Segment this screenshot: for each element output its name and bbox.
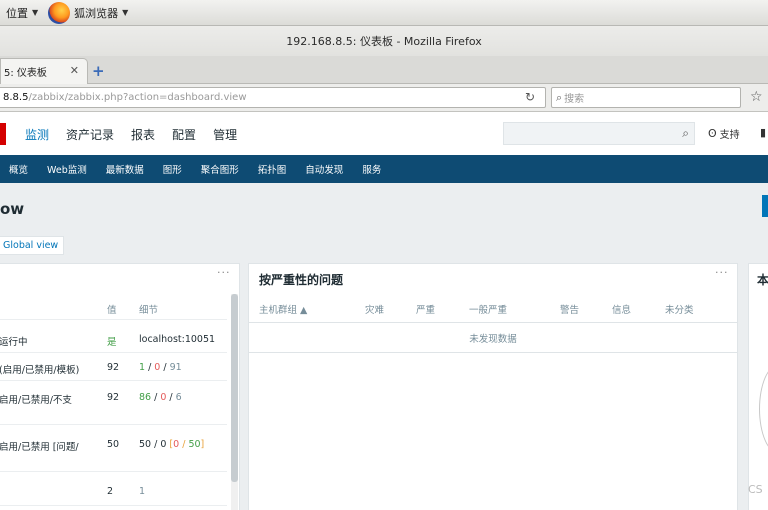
menu-monitoring[interactable]: 监测	[25, 126, 49, 143]
support-label: 支持	[719, 130, 740, 141]
caret-down-icon: ▼	[32, 8, 39, 17]
third-widget: 本	[748, 263, 768, 510]
row-divider	[0, 380, 227, 381]
zabbix-header: 监测 资产记录 报表 配置 管理 ⌕ ʘ 支持 ▮	[0, 112, 768, 155]
problems-by-severity-widget: 按严重性的问题 ··· 主机群组 ▲ 灾难 严重 一般严重 警告 信息 未分类 …	[248, 263, 738, 510]
menu-inventory[interactable]: 资产记录	[66, 126, 114, 143]
submenu-latest-data[interactable]: 最新数据	[106, 162, 144, 176]
support-icon: ʘ	[708, 127, 717, 140]
widget-title: 本	[757, 273, 768, 287]
search-icon[interactable]: ⌕	[682, 126, 689, 141]
column-header-not-classified: 未分类	[665, 305, 694, 316]
sysinfo-details: 86 / 0 / 6	[139, 392, 182, 403]
column-header-details: 细节	[139, 305, 159, 316]
submenu-web[interactable]: Web监测	[47, 162, 87, 176]
menu-reports[interactable]: 报表	[131, 126, 155, 143]
navigation-toolbar: 8.8.5 /zabbix/zabbix.php?action=dashboar…	[0, 84, 768, 112]
row-divider	[0, 319, 227, 320]
system-information-widget: ··· 值 细节 运行中 是 localhost:10051 (启用/已禁用/模…	[0, 263, 240, 510]
monitoring-submenu: 概览 Web监测 最新数据 图形 聚合图形 拓扑图 自动发现 服务	[0, 155, 768, 183]
sysinfo-details: 50 / 0 [0 / 50]	[139, 439, 205, 450]
sysinfo-details: 1	[139, 486, 146, 497]
browser-app-menu[interactable]: 狐浏览器 ▼	[48, 1, 129, 24]
sysinfo-details: localhost:10051	[139, 334, 216, 345]
page-title: ow	[0, 200, 25, 218]
watermark: CS	[748, 483, 763, 496]
clock-face	[759, 364, 768, 454]
support-link[interactable]: ʘ 支持	[708, 126, 740, 141]
main-menu: 监测 资产记录 报表 配置 管理	[25, 126, 254, 143]
edit-dashboard-button[interactable]	[762, 195, 768, 217]
sysinfo-param: 启用/已禁用/不支	[0, 395, 72, 406]
dashboard-page: ow Global view ··· 值 细节 运行中 是 localhost:…	[0, 183, 768, 510]
sysinfo-details: 1 / 0 / 91	[139, 362, 182, 373]
submenu-maps[interactable]: 拓扑图	[258, 162, 287, 176]
row-divider	[0, 424, 227, 425]
tab-label: 5: 仪表板	[4, 68, 47, 79]
scrollbar-thumb[interactable]	[231, 294, 238, 482]
widget-menu-icon[interactable]: ···	[715, 266, 729, 279]
search-placeholder: 搜索	[564, 94, 585, 105]
reload-icon[interactable]: ↻	[525, 90, 535, 104]
column-header-disaster: 灾难	[365, 305, 385, 316]
places-menu-label: 位置	[6, 6, 28, 20]
browser-tab-dashboard[interactable]: 5: 仪表板 ✕	[0, 58, 88, 84]
row-divider	[0, 352, 227, 353]
header-divider	[249, 322, 737, 323]
column-header-information: 信息	[612, 305, 632, 316]
window-titlebar: 192.168.8.5: 仪表板 - Mozilla Firefox	[0, 26, 768, 56]
menu-administration[interactable]: 管理	[213, 126, 237, 143]
firefox-logo-icon	[48, 1, 71, 24]
browser-app-label: 狐浏览器	[74, 6, 119, 20]
submenu-services[interactable]: 服务	[362, 162, 381, 176]
zabbix-logo[interactable]	[0, 123, 6, 145]
tab-strip: 5: 仪表板 ✕ +	[0, 56, 768, 84]
places-menu[interactable]: 位置 ▼	[6, 5, 38, 21]
row-divider	[0, 505, 227, 506]
window-title: 192.168.8.5: 仪表板 - Mozilla Firefox	[286, 35, 482, 48]
sysinfo-value: 是	[107, 337, 117, 348]
sysinfo-value: 2	[107, 486, 114, 497]
close-icon[interactable]: ✕	[70, 64, 79, 77]
sysinfo-param: 运行中	[0, 337, 28, 348]
widget-title: 按严重性的问题	[259, 273, 344, 287]
user-icon[interactable]: ▮	[760, 126, 766, 139]
no-data-message: 未发现数据	[469, 334, 517, 345]
bookmark-star-icon[interactable]: ☆	[750, 89, 763, 105]
sysinfo-value: 92	[107, 362, 120, 373]
sysinfo-value: 92	[107, 392, 120, 403]
column-header-host-group[interactable]: 主机群组 ▲	[259, 302, 307, 316]
url-host: 8.8.5	[3, 92, 29, 103]
submenu-graphs[interactable]: 图形	[163, 162, 182, 176]
submenu-overview[interactable]: 概览	[9, 162, 28, 176]
browser-search-input[interactable]: ⌕ 搜索	[551, 87, 741, 108]
caret-down-icon: ▼	[122, 8, 129, 17]
submenu-discovery[interactable]: 自动发现	[305, 162, 343, 176]
gnome-top-panel: 位置 ▼ 狐浏览器 ▼	[0, 0, 768, 26]
breadcrumb[interactable]: Global view	[0, 236, 65, 255]
row-divider	[0, 471, 227, 472]
row-divider	[249, 352, 737, 353]
search-icon: ⌕	[556, 90, 563, 104]
url-path: /zabbix/zabbix.php?action=dashboard.view	[28, 92, 247, 103]
column-header-average: 一般严重	[469, 305, 508, 316]
url-bar[interactable]: 8.8.5 /zabbix/zabbix.php?action=dashboar…	[0, 87, 546, 108]
breadcrumb-global-view[interactable]: Global view	[3, 240, 58, 251]
sysinfo-param: 启用/已禁用 [问题/	[0, 442, 79, 453]
new-tab-plus-icon[interactable]: +	[92, 62, 105, 80]
column-header-high: 严重	[416, 305, 436, 316]
submenu-screens[interactable]: 聚合图形	[201, 162, 239, 176]
zabbix-search-input[interactable]: ⌕	[503, 122, 695, 145]
sysinfo-param: (启用/已禁用/模板)	[0, 365, 80, 376]
menu-configuration[interactable]: 配置	[172, 126, 196, 143]
column-header-value: 值	[107, 305, 117, 316]
column-header-warning: 警告	[560, 305, 580, 316]
widget-menu-icon[interactable]: ···	[217, 266, 231, 279]
sysinfo-value: 50	[107, 439, 120, 450]
